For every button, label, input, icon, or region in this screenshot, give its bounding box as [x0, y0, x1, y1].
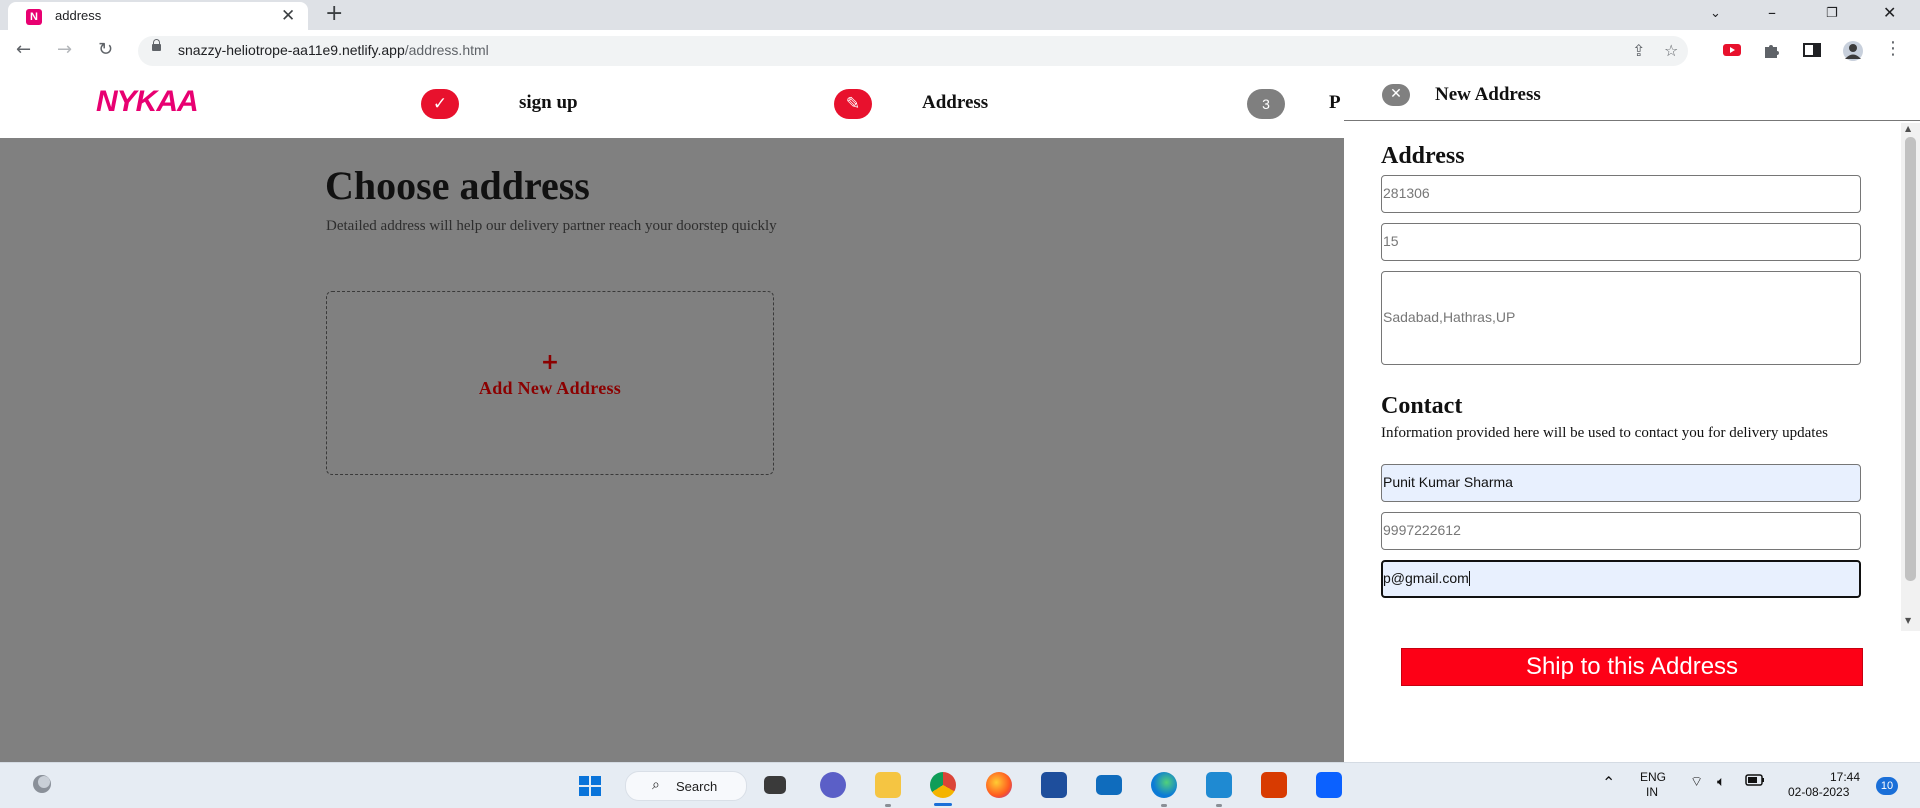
- tab-search-chevron-icon[interactable]: ⌄: [1710, 6, 1721, 21]
- language-indicator[interactable]: ENG: [1640, 770, 1666, 784]
- file-explorer-icon[interactable]: [875, 772, 901, 798]
- profile-avatar[interactable]: [1842, 40, 1863, 61]
- restore-icon[interactable]: ❐: [1826, 6, 1838, 21]
- scroll-up-arrow-icon[interactable]: ▲: [1905, 124, 1911, 133]
- mail-icon[interactable]: [1096, 775, 1122, 795]
- windows-start-icon[interactable]: [577, 775, 603, 797]
- new-tab-plus-icon[interactable]: +: [325, 1, 343, 26]
- pincode-field[interactable]: 281306: [1381, 175, 1861, 213]
- clock-date[interactable]: 02-08-2023: [1788, 785, 1849, 799]
- add-new-address-label: Add New Address: [478, 378, 622, 398]
- extensions-puzzle-icon[interactable]: [1762, 40, 1782, 60]
- microsoft-store-icon[interactable]: [1041, 772, 1067, 798]
- back-arrow-icon[interactable]: ←: [16, 39, 31, 60]
- edge-icon[interactable]: [1151, 772, 1177, 798]
- task-view-icon[interactable]: [764, 776, 786, 794]
- pincode-value: 281306: [1383, 185, 1430, 201]
- window-close-icon[interactable]: ✕: [1883, 3, 1896, 22]
- browser-toolbar: ← → ↻ snazzy-heliotrope-aa11e9.netlify.a…: [0, 30, 1920, 73]
- step-address-label: Address: [922, 92, 989, 113]
- email-text: p@gmail.com: [1383, 570, 1470, 586]
- main-content-dimmed: Choose address Detailed address will hel…: [0, 138, 1344, 762]
- page-subtitle: Detailed address will help our delivery …: [326, 218, 777, 234]
- drawer-title: New Address: [1435, 84, 1541, 105]
- nykaa-favicon-icon: N: [26, 9, 42, 25]
- dropbox-icon[interactable]: [1316, 772, 1342, 798]
- email-field[interactable]: p@gmail.com: [1381, 560, 1861, 598]
- wifi-icon[interactable]: ⌔: [1690, 773, 1703, 791]
- reload-icon[interactable]: ↻: [98, 39, 113, 60]
- drawer-header: ✕ New Address: [1344, 72, 1920, 121]
- web-page: NYKAA ✓ sign up ✎ Address 3 P Choose add…: [0, 72, 1920, 762]
- area-textarea[interactable]: Sadabad,Hathras,UP: [1381, 271, 1861, 365]
- address-section-title: Address: [1381, 143, 1465, 169]
- clock-time[interactable]: 17:44: [1830, 770, 1860, 784]
- scrollbar-thumb[interactable]: [1905, 137, 1916, 581]
- check-icon: ✓: [421, 89, 459, 119]
- region-indicator: IN: [1646, 785, 1658, 799]
- chrome-active-indicator: [934, 803, 952, 806]
- forward-arrow-icon[interactable]: →: [57, 39, 72, 60]
- house-number-value: 15: [1383, 233, 1399, 249]
- vscode-icon[interactable]: [1206, 772, 1232, 798]
- phone-field[interactable]: 9997222612: [1381, 512, 1861, 550]
- tray-chevron-up-icon[interactable]: ⌃: [1602, 773, 1615, 793]
- full-name-value: Punit Kumar Sharma: [1383, 474, 1513, 490]
- minimize-icon[interactable]: –: [1768, 3, 1776, 22]
- search-icon: ⌕: [652, 777, 660, 793]
- browser-tab-address[interactable]: N address ✕: [8, 2, 308, 30]
- region-code: IN: [1646, 785, 1658, 799]
- chrome-menu-icon[interactable]: ⋮: [1884, 38, 1902, 59]
- drawer-form-scroll-area[interactable]: Address 281306 15 Sadabad,Hathras,UP Con…: [1344, 123, 1920, 631]
- tab-title: address: [55, 8, 102, 23]
- office-icon[interactable]: [1261, 772, 1287, 798]
- step-signup-label: sign up: [519, 92, 578, 113]
- battery-icon[interactable]: [1745, 774, 1765, 789]
- notification-badge[interactable]: 10: [1876, 777, 1898, 795]
- close-icon[interactable]: ✕: [1382, 84, 1410, 106]
- share-icon[interactable]: ⇪: [1632, 41, 1645, 60]
- firefox-icon[interactable]: [986, 772, 1012, 798]
- teams-chat-icon[interactable]: [820, 772, 846, 798]
- contact-section-note: Information provided here will be used t…: [1381, 425, 1828, 441]
- language-code: ENG: [1640, 770, 1667, 784]
- nykaa-logo[interactable]: NYKAA: [96, 85, 199, 119]
- house-number-field[interactable]: 15: [1381, 223, 1861, 261]
- email-value: p@gmail.com: [1383, 570, 1469, 586]
- add-new-address-card[interactable]: + Add New Address: [326, 291, 774, 475]
- phone-value: 9997222612: [1383, 522, 1461, 538]
- step-payment-label: P: [1329, 92, 1341, 113]
- volume-icon[interactable]: 🔈︎: [1717, 773, 1725, 790]
- page-title: Choose address: [325, 163, 590, 208]
- youtube-extension-icon[interactable]: [1722, 40, 1742, 60]
- taskbar-search-box[interactable]: ⌕ Search: [625, 771, 747, 801]
- address-bar[interactable]: snazzy-heliotrope-aa11e9.netlify.app/add…: [138, 36, 1688, 66]
- pencil-icon: ✎: [834, 89, 872, 119]
- area-value: Sadabad,Hathras,UP: [1383, 309, 1516, 325]
- scroll-down-arrow-icon[interactable]: ▼: [1905, 616, 1911, 625]
- browser-tab-bar: N address ✕ + ⌄ – ❐ ✕: [0, 0, 1920, 30]
- lock-icon: [152, 39, 161, 51]
- weather-widget-icon[interactable]: [28, 773, 54, 795]
- windows-taskbar: ⌕ Search ⌃ ENG IN ⌔ 🔈︎ 17:44 02-08-2023 …: [0, 762, 1920, 808]
- full-name-field[interactable]: Punit Kumar Sharma: [1381, 464, 1861, 502]
- plus-icon: +: [540, 350, 560, 375]
- text-caret: [1468, 571, 1470, 586]
- chrome-icon[interactable]: [930, 772, 956, 798]
- new-address-drawer: ✕ New Address Address 281306 15 Sadabad,…: [1344, 72, 1920, 762]
- step-3-number: 3: [1247, 89, 1285, 119]
- ship-to-this-address-button[interactable]: Ship to this Address: [1401, 648, 1863, 686]
- contact-section-title: Contact: [1381, 393, 1463, 419]
- taskbar-search-label: Search: [676, 779, 718, 794]
- url-text[interactable]: snazzy-heliotrope-aa11e9.netlify.app/add…: [178, 42, 489, 58]
- side-panel-icon[interactable]: [1802, 40, 1822, 60]
- tab-close-icon[interactable]: ✕: [281, 6, 295, 26]
- bookmark-star-icon[interactable]: ☆: [1664, 41, 1678, 60]
